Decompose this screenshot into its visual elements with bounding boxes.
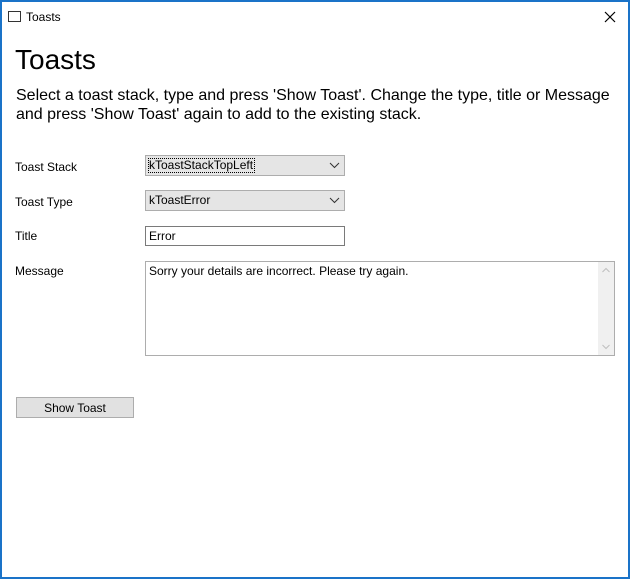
toast-stack-select[interactable]: kToastStackTopLeft (145, 155, 345, 176)
toast-type-select[interactable]: kToastError (145, 190, 345, 211)
page-title: Toasts (15, 44, 96, 75)
message-label: Message (15, 264, 64, 278)
window-title: Toasts (26, 10, 61, 24)
window-icon (8, 11, 21, 22)
title-label: Title (15, 229, 38, 243)
chevron-down-icon (329, 197, 340, 204)
scroll-up-arrow-icon[interactable] (602, 267, 610, 273)
chevron-down-icon (329, 162, 340, 169)
message-textarea[interactable]: Sorry your details are incorrect. Please… (145, 261, 615, 356)
toast-stack-label: Toast Stack (15, 160, 78, 174)
title-input[interactable]: Error (145, 226, 345, 246)
title-bar[interactable]: Toasts (2, 2, 628, 32)
toast-type-label: Toast Type (15, 195, 73, 209)
instructions-text: Select a toast stack, type and press 'Sh… (16, 87, 610, 123)
toast-type-value: kToastError (149, 193, 211, 207)
vertical-scrollbar[interactable] (598, 262, 614, 355)
scroll-down-arrow-icon[interactable] (602, 344, 610, 350)
close-icon (604, 11, 616, 23)
close-button[interactable] (596, 5, 624, 29)
app-window: Toasts Toasts Select a toast stack, type… (0, 0, 630, 579)
message-text: Sorry your details are incorrect. Please… (149, 264, 409, 278)
show-toast-button[interactable]: Show Toast (16, 397, 134, 418)
toast-stack-value: kToastStackTopLeft (147, 158, 256, 173)
